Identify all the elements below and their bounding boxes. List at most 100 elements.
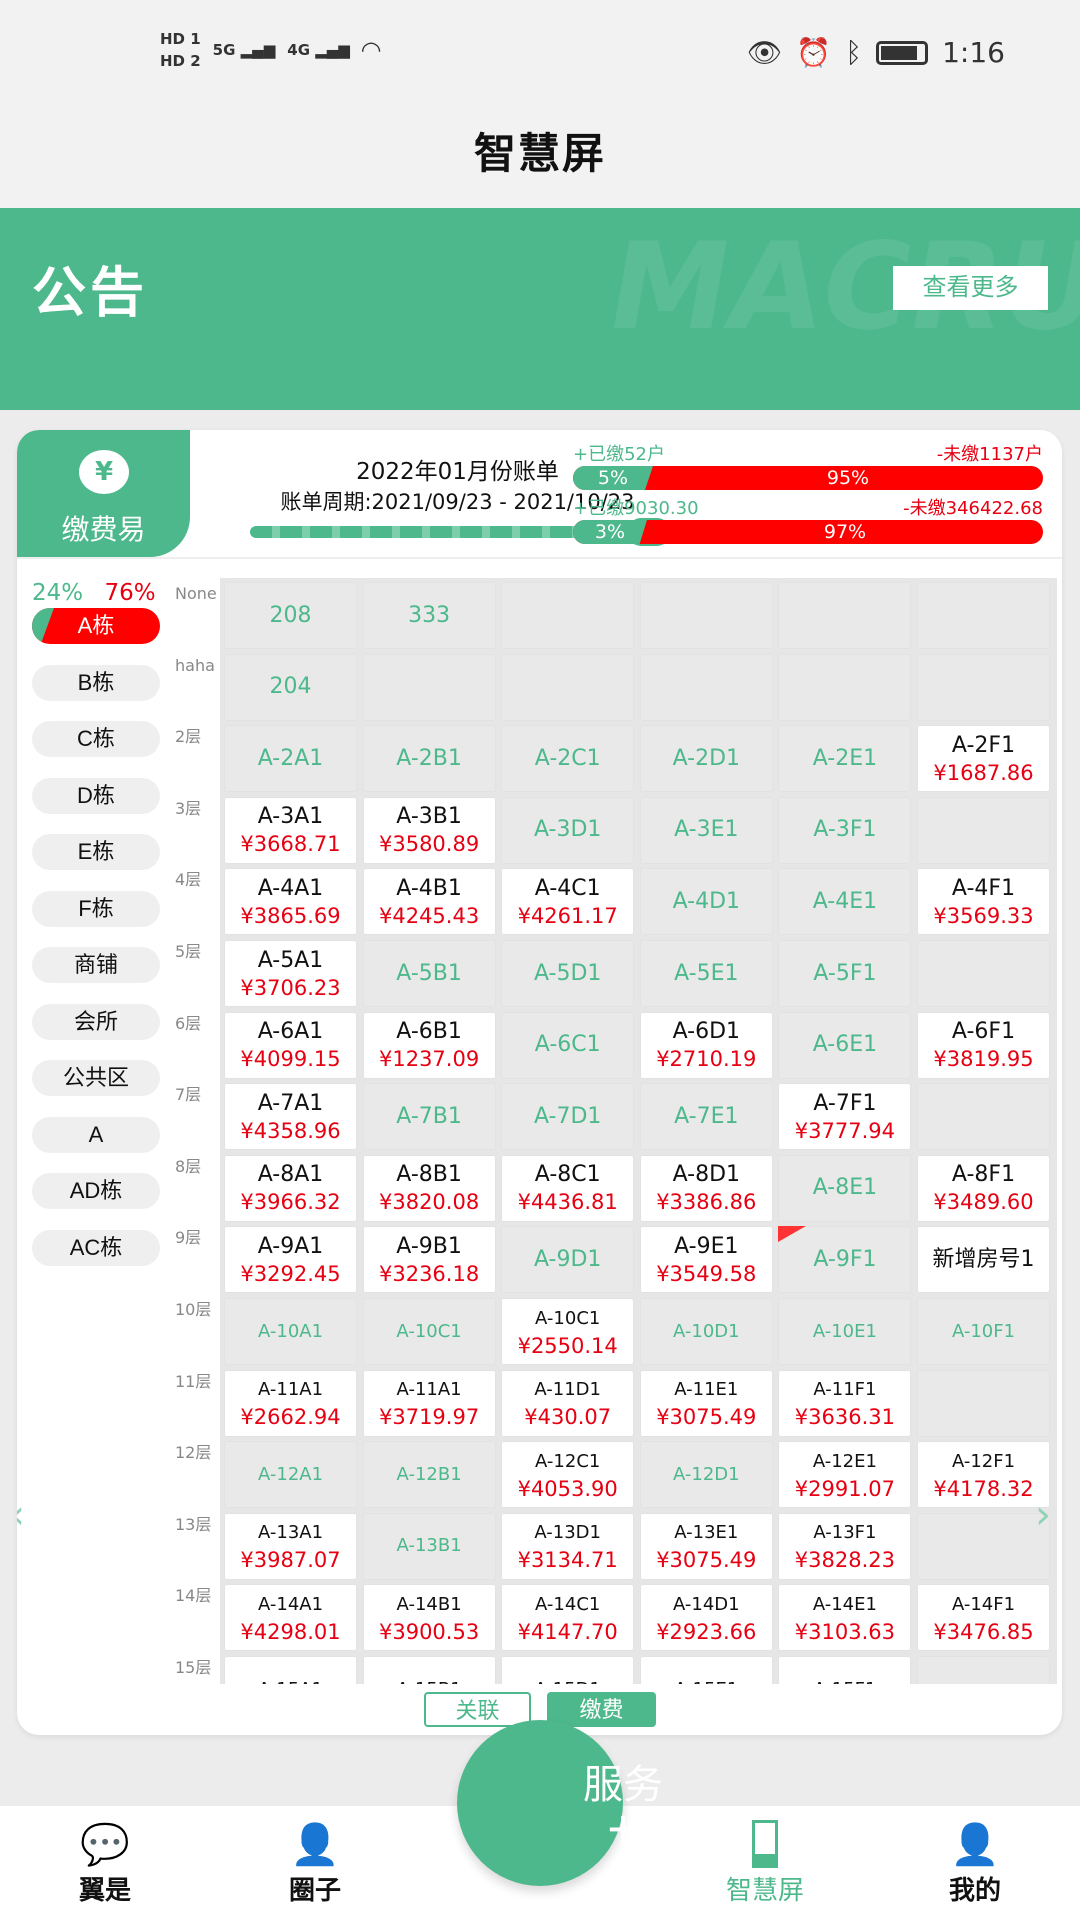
room-cell[interactable]: A-13A1 ¥3987.07 [224, 1512, 357, 1580]
building-tab[interactable]: 公共区 [32, 1060, 160, 1096]
room-cell[interactable]: A-6A1 ¥4099.15 [224, 1011, 357, 1079]
nav-item-circle[interactable]: 👤 圈子 [255, 1820, 375, 1907]
room-cell[interactable]: A-6B1 ¥1237.09 [362, 1011, 496, 1079]
room-cell[interactable]: A-11D1 ¥430.07 [501, 1369, 635, 1437]
room-cell[interactable]: A-2D1 [639, 725, 773, 793]
room-cell[interactable]: A-10E1 [778, 1298, 912, 1365]
room-cell[interactable]: A-4D1 [639, 868, 773, 936]
room-cell[interactable]: A-4A1 ¥3865.69 [224, 868, 357, 936]
scroll-left-arrow-icon[interactable]: ‹ [17, 1492, 25, 1538]
room-cell[interactable]: A-9F1 [778, 1226, 912, 1294]
room-cell[interactable]: A-15A1 [224, 1656, 357, 1684]
room-cell[interactable]: A-7E1 [639, 1083, 773, 1151]
room-cell[interactable]: A-5A1 ¥3706.23 [224, 940, 357, 1007]
building-tab[interactable]: D栋 [32, 777, 160, 814]
room-cell[interactable]: A-14B1 ¥3900.53 [362, 1584, 496, 1652]
room-cell[interactable]: A-3A1 ¥3668.71 [224, 796, 357, 864]
building-tab[interactable]: A [32, 1116, 160, 1153]
building-tab[interactable]: AC栋 [32, 1229, 160, 1266]
room-cell[interactable]: A-4C1 ¥4261.17 [501, 868, 635, 936]
room-cell[interactable]: A-3F1 [778, 796, 912, 864]
room-cell[interactable]: 204 [224, 653, 357, 721]
room-cell[interactable]: A-13D1 ¥3134.71 [501, 1512, 635, 1580]
room-cell[interactable]: A-5B1 [362, 940, 496, 1007]
room-cell[interactable]: A-8F1 ¥3489.60 [917, 1154, 1050, 1222]
payment-brand-tile[interactable]: ¥ 缴费易 [17, 430, 190, 557]
building-tab[interactable]: A栋 [32, 608, 160, 644]
view-more-button[interactable]: 查看更多 [893, 266, 1048, 310]
room-cell[interactable]: A-15E1 [639, 1656, 773, 1684]
room-cell[interactable]: A-9A1 ¥3292.45 [224, 1226, 357, 1294]
room-cell[interactable]: A-9B1 ¥3236.18 [362, 1226, 496, 1294]
room-cell[interactable]: A-13E1 ¥3075.49 [639, 1512, 773, 1580]
room-cell[interactable]: A-8D1 ¥3386.86 [639, 1154, 773, 1222]
room-cell[interactable]: A-12A1 [224, 1441, 357, 1509]
building-tab[interactable]: 会所 [32, 1003, 160, 1040]
room-cell[interactable]: A-14F1 ¥3476.85 [917, 1584, 1050, 1652]
room-cell[interactable]: 208 [224, 582, 357, 649]
room-cell[interactable]: A-14D1 ¥2923.66 [639, 1584, 773, 1652]
room-cell[interactable]: A-2A1 [224, 725, 357, 793]
room-cell[interactable]: A-10D1 [639, 1298, 773, 1365]
room-cell[interactable]: A-14E1 ¥3103.63 [778, 1584, 912, 1652]
room-cell[interactable]: A-7F1 ¥3777.94 [778, 1083, 912, 1151]
room-cell[interactable]: A-2F1 ¥1687.86 [917, 725, 1050, 793]
nav-item-yishi[interactable]: 💬 翼是 [45, 1820, 165, 1907]
room-cell[interactable]: A-2C1 [501, 725, 635, 793]
room-cell[interactable]: A-15F1 [778, 1656, 912, 1684]
room-cell[interactable]: A-12E1 ¥2991.07 [778, 1441, 912, 1509]
room-cell[interactable]: A-9E1 ¥3549.58 [639, 1226, 773, 1294]
announcement-banner[interactable]: MACRU 公告 查看更多 [0, 208, 1080, 410]
room-cell[interactable]: A-7D1 [501, 1083, 635, 1151]
room-cell[interactable]: A-8A1 ¥3966.32 [224, 1154, 357, 1222]
building-tab[interactable]: 商铺 [32, 947, 160, 983]
room-cell[interactable]: A-11A1 ¥3719.97 [362, 1369, 496, 1437]
room-cell[interactable]: A-5F1 [778, 940, 912, 1007]
room-cell[interactable]: A-4B1 ¥4245.43 [362, 868, 496, 936]
service-fab-button[interactable]: 服务 + [457, 1720, 663, 1886]
building-tab[interactable]: E栋 [32, 834, 160, 870]
room-cell[interactable]: A-15D1 [501, 1656, 635, 1684]
link-button[interactable]: 关联 [424, 1692, 531, 1727]
scroll-right-arrow-icon[interactable]: › [1035, 1492, 1051, 1538]
room-cell[interactable]: A-6F1 ¥3819.95 [917, 1011, 1050, 1079]
room-cell[interactable]: A-12F1 ¥4178.32 [917, 1441, 1050, 1509]
room-cell[interactable]: A-10A1 [224, 1298, 357, 1365]
room-cell[interactable]: A-8E1 [778, 1154, 912, 1222]
building-tab[interactable]: B栋 [32, 664, 160, 701]
room-cell[interactable]: A-5D1 [501, 940, 635, 1007]
pay-button[interactable]: 缴费 [547, 1692, 656, 1727]
room-cell[interactable]: A-3B1 ¥3580.89 [362, 796, 496, 864]
room-cell[interactable]: A-12C1 ¥4053.90 [501, 1441, 635, 1509]
room-cell[interactable]: A-12B1 [362, 1441, 496, 1509]
room-cell[interactable]: A-10F1 [917, 1298, 1050, 1365]
room-cell[interactable]: A-14C1 ¥4147.70 [501, 1584, 635, 1652]
room-cell[interactable]: A-11A1 ¥2662.94 [224, 1369, 357, 1437]
room-cell[interactable]: A-3E1 [639, 796, 773, 864]
building-tab[interactable]: C栋 [32, 721, 160, 757]
room-cell[interactable]: A-4F1 ¥3569.33 [917, 868, 1050, 936]
room-cell[interactable]: A-6D1 ¥2710.19 [639, 1011, 773, 1079]
room-grid[interactable]: 208 333 204 A-2A1 A-2B1 A-2C1 A-2D1 A-2E1 A-2F1 ¥… [220, 578, 1057, 1684]
room-cell[interactable]: A-8B1 ¥3820.08 [362, 1154, 496, 1222]
room-cell[interactable]: A-12D1 [639, 1441, 773, 1509]
room-cell[interactable]: A-10C1 ¥2550.14 [501, 1298, 635, 1365]
room-cell[interactable]: A-14A1 ¥4298.01 [224, 1584, 357, 1652]
room-cell[interactable]: A-6E1 [778, 1011, 912, 1079]
room-cell[interactable]: A-2E1 [778, 725, 912, 793]
building-tab[interactable]: F栋 [32, 890, 160, 927]
room-cell[interactable]: A-7B1 [362, 1083, 496, 1151]
room-cell[interactable]: A-13F1 ¥3828.23 [778, 1512, 912, 1580]
room-cell[interactable]: A-7A1 ¥4358.96 [224, 1083, 357, 1151]
room-cell[interactable]: A-13B1 [362, 1512, 496, 1580]
room-cell[interactable]: 新增房号1 [917, 1226, 1050, 1294]
room-cell[interactable]: A-9D1 [501, 1226, 635, 1294]
room-cell[interactable]: A-3D1 [501, 796, 635, 864]
room-cell[interactable]: A-2B1 [362, 725, 496, 793]
room-cell[interactable]: A-11E1 ¥3075.49 [639, 1369, 773, 1437]
room-cell[interactable]: A-10C1 [362, 1298, 496, 1365]
room-cell[interactable]: A-5E1 [639, 940, 773, 1007]
room-cell[interactable]: A-6C1 [501, 1011, 635, 1079]
nav-item-smart-screen[interactable]: 智慧屏 [705, 1820, 825, 1907]
room-cell[interactable]: A-11F1 ¥3636.31 [778, 1369, 912, 1437]
